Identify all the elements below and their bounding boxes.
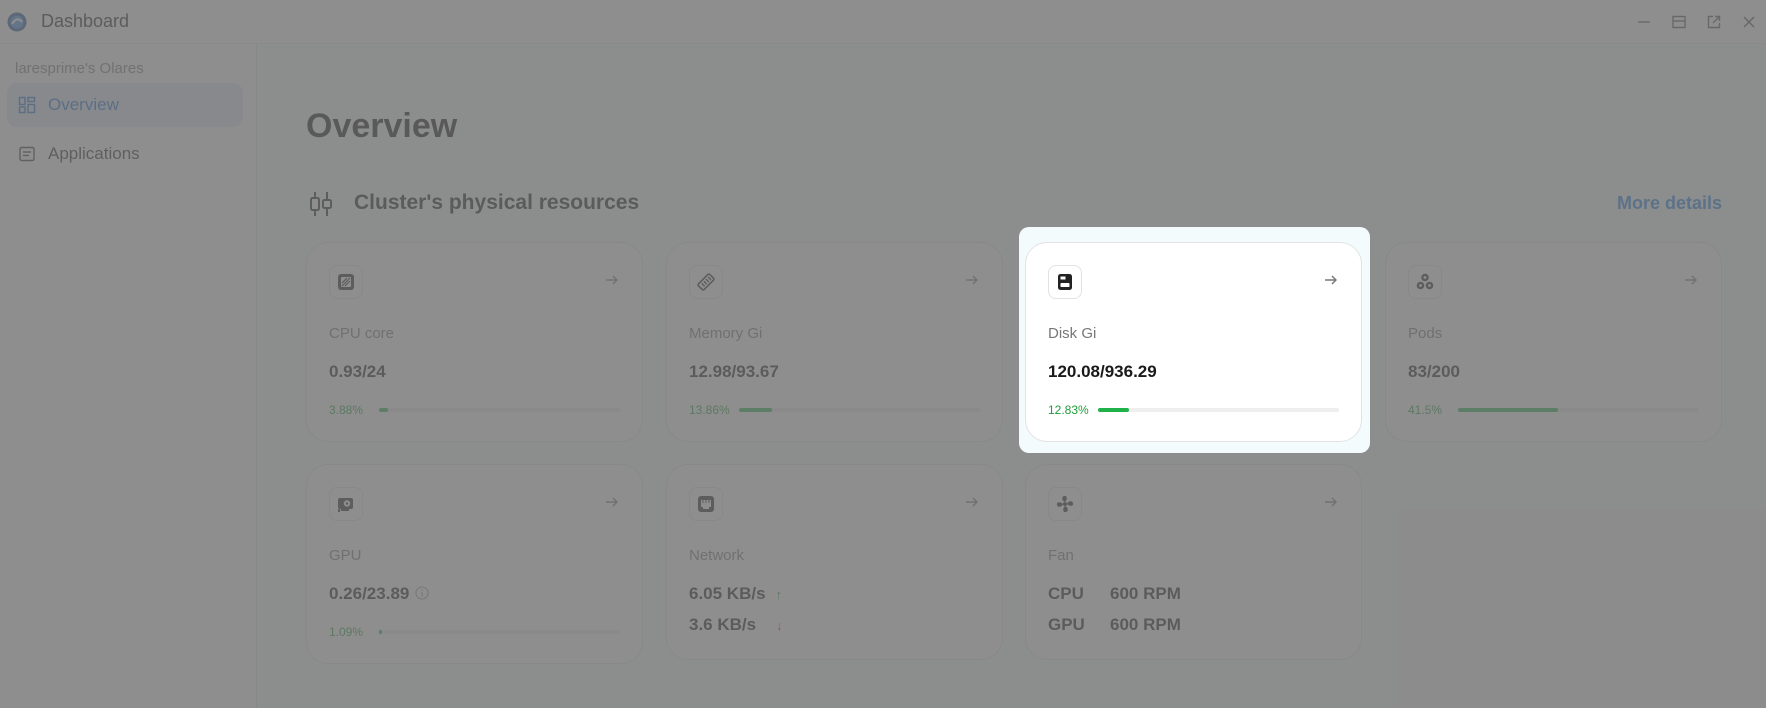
info-icon[interactable]	[415, 585, 429, 600]
sidebar-item-overview[interactable]: Overview	[7, 83, 243, 127]
fan-cpu-name: CPU	[1048, 584, 1084, 603]
pods-icon	[1408, 265, 1442, 299]
network-icon	[689, 487, 723, 521]
fan-cpu: CPU 600 RPM	[1048, 584, 1181, 604]
gpu-card[interactable]: GPU 0.26/23.89 1.09%	[306, 464, 643, 664]
progress-fill	[739, 408, 773, 412]
upload-rate: 6.05 KB/s	[689, 584, 766, 603]
arrow-right-icon[interactable]	[964, 272, 980, 288]
card-value: 12.98/93.67	[689, 362, 779, 381]
network-upload: 6.05 KB/s ↑	[689, 584, 782, 604]
card-label: Disk Gi	[1048, 325, 1097, 342]
fan-gpu: GPU 600 RPM	[1048, 615, 1181, 635]
grid-icon	[18, 96, 36, 114]
resources-icon	[309, 191, 333, 217]
card-percent: 12.83%	[1048, 403, 1089, 417]
more-details-link[interactable]: More details	[1617, 193, 1722, 214]
arrow-right-icon[interactable]	[1323, 494, 1339, 510]
sidebar-item-label: Applications	[48, 144, 140, 163]
arrow-right-icon[interactable]	[1323, 272, 1339, 288]
sidebar-item-label: Overview	[48, 95, 119, 114]
disk-card[interactable]: Disk Gi 120.08/936.29 12.83%	[1025, 242, 1362, 442]
card-percent: 13.86%	[689, 403, 730, 417]
progress-fill	[379, 630, 382, 634]
dashboard-window: Dashboard laresprime's Olares Overview A…	[0, 0, 1766, 708]
card-label: Fan	[1048, 547, 1074, 564]
card-value: 0.26/23.89	[329, 584, 429, 604]
window-title: Dashboard	[41, 11, 130, 31]
fan-gpu-value: 600 RPM	[1110, 615, 1181, 634]
progress-fill	[379, 408, 389, 412]
pods-card[interactable]: Pods 83/200 41.5%	[1385, 242, 1722, 442]
progress-bar	[739, 408, 980, 412]
disk-icon	[1048, 265, 1082, 299]
fan-icon	[1048, 487, 1082, 521]
gpu-icon	[329, 487, 363, 521]
sidebar-item-applications[interactable]: Applications	[7, 132, 243, 176]
app-logo-icon	[7, 12, 27, 32]
sidebar-owner-label: laresprime's Olares	[15, 60, 144, 77]
card-label: GPU	[329, 547, 362, 564]
card-label: Pods	[1408, 325, 1443, 342]
card-percent: 1.09%	[329, 625, 364, 639]
progress-bar	[1458, 408, 1699, 412]
title-bar: Dashboard	[0, 0, 1766, 44]
arrow-right-icon[interactable]	[1683, 272, 1699, 288]
card-value: 0.93/24	[329, 362, 386, 381]
card-percent: 41.5%	[1408, 403, 1443, 417]
window-controls	[1626, 0, 1766, 44]
arrow-down-icon: ↓	[776, 617, 783, 633]
arrow-up-icon: ↑	[775, 586, 783, 602]
main-content: Overview Cluster's physical resources Mo…	[258, 44, 1766, 708]
progress-bar	[1098, 408, 1339, 412]
fan-cpu-value: 600 RPM	[1110, 584, 1181, 603]
card-percent: 3.88%	[329, 403, 364, 417]
progress-fill	[1458, 408, 1558, 412]
download-rate: 3.6 KB/s	[689, 615, 757, 634]
minimize-icon[interactable]	[1626, 7, 1661, 37]
restore-icon[interactable]	[1661, 7, 1696, 37]
app-list-icon	[18, 145, 36, 163]
fan-gpu-name: GPU	[1048, 615, 1085, 634]
cpu-card[interactable]: CPU core 0.93/24 3.88%	[306, 242, 643, 442]
card-label: Network	[689, 547, 745, 564]
progress-bar	[379, 630, 620, 634]
card-label: Memory Gi	[689, 325, 763, 342]
arrow-right-icon[interactable]	[604, 272, 620, 288]
card-value-text: 0.26/23.89	[329, 584, 410, 603]
page-title: Overview	[306, 107, 458, 145]
close-icon[interactable]	[1731, 7, 1766, 37]
section-title: Cluster's physical resources	[354, 191, 640, 214]
network-card[interactable]: Network 6.05 KB/s ↑ 3.6 KB/s ↓	[666, 464, 1003, 660]
popout-icon[interactable]	[1696, 7, 1731, 37]
arrow-right-icon[interactable]	[604, 494, 620, 510]
progress-fill	[1098, 408, 1129, 412]
card-label: CPU core	[329, 325, 395, 342]
progress-bar	[379, 408, 620, 412]
card-value: 83/200	[1408, 362, 1460, 381]
arrow-right-icon[interactable]	[964, 494, 980, 510]
sidebar: laresprime's Olares Overview Application…	[0, 44, 257, 708]
fan-card[interactable]: Fan CPU 600 RPM GPU 600 RPM	[1025, 464, 1362, 660]
cpu-icon	[329, 265, 363, 299]
card-value: 120.08/936.29	[1048, 362, 1157, 381]
memory-card[interactable]: Memory Gi 12.98/93.67 13.86%	[666, 242, 1003, 442]
memory-icon	[689, 265, 723, 299]
network-download: 3.6 KB/s ↓	[689, 615, 783, 635]
